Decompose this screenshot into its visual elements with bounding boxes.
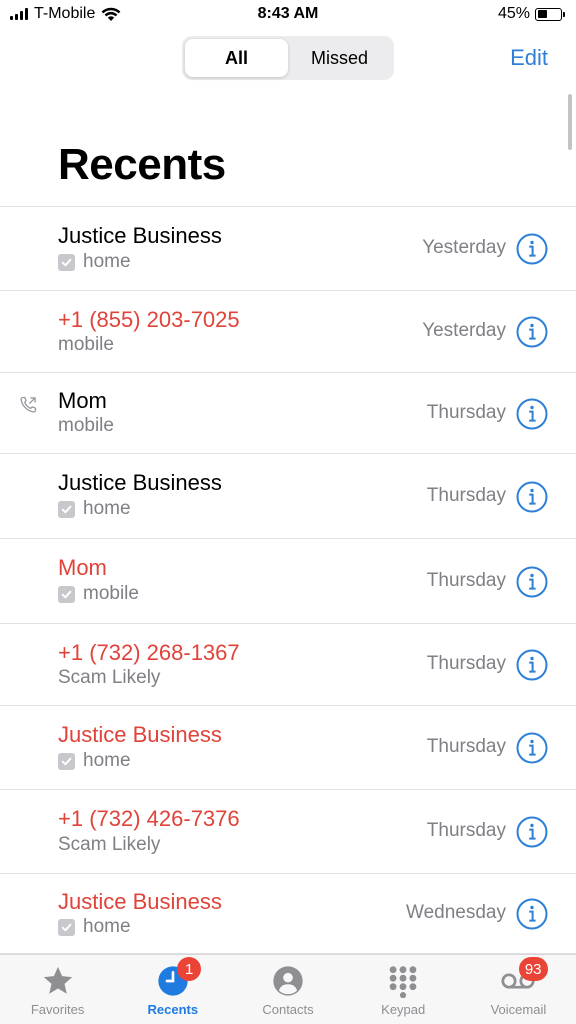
call-type-label: mobile — [58, 334, 114, 355]
info-icon[interactable] — [516, 898, 548, 930]
segment-all[interactable]: All — [185, 39, 288, 77]
call-row[interactable]: Justice Business home Yesterday — [0, 207, 576, 291]
battery-percent: 45% — [497, 5, 530, 22]
call-detail: mobile — [58, 334, 114, 356]
checkbox-icon — [58, 500, 75, 518]
call-row[interactable]: Mom mobile Thursday — [0, 373, 576, 454]
call-row[interactable]: Justice Business home Wednesday — [0, 874, 576, 954]
call-date: Yesterday — [422, 320, 506, 341]
info-icon[interactable] — [516, 481, 548, 513]
caller-name: Justice Business — [58, 722, 222, 747]
tab-voicemail[interactable]: Voicemail 93 — [461, 955, 576, 1024]
info-icon[interactable] — [516, 316, 548, 348]
call-detail: home — [58, 251, 131, 273]
checkbox-icon — [58, 585, 75, 603]
call-row[interactable]: Mom mobile Thursday — [0, 539, 576, 624]
call-type-label: mobile — [58, 415, 114, 436]
checkbox-icon — [58, 918, 75, 936]
info-icon[interactable] — [516, 649, 548, 681]
call-row[interactable]: Justice Business home Thursday — [0, 454, 576, 539]
call-type-label: Scam Likely — [58, 834, 161, 855]
info-icon[interactable] — [516, 233, 548, 265]
tab-label-keypad: Keypad — [381, 1002, 426, 1017]
call-detail: home — [58, 750, 131, 772]
recents-badge: 1 — [177, 957, 202, 981]
info-icon[interactable] — [516, 566, 548, 598]
star-icon — [40, 963, 76, 999]
checkbox-icon — [58, 253, 75, 271]
call-detail: Scam Likely — [58, 667, 160, 689]
caller-name: Justice Business — [58, 223, 222, 248]
filter-segmented-control: All Missed — [182, 36, 394, 80]
call-date: Thursday — [426, 820, 506, 841]
tab-keypad[interactable]: Keypad — [346, 955, 461, 1024]
tab-recents[interactable]: Recents 1 — [115, 955, 230, 1024]
caller-name: +1 (732) 268-1367 — [58, 640, 240, 665]
tab-label-favorites: Favorites — [30, 1002, 85, 1017]
tab-label-voicemail: Voicemail — [490, 1002, 547, 1017]
call-type-label: home — [83, 916, 131, 937]
tab-bar: Favorites Recents 1 Contacts Keypad Voic… — [0, 954, 576, 1024]
tab-label-contacts: Contacts — [262, 1002, 314, 1017]
caller-name: Justice Business — [58, 889, 222, 914]
call-date: Wednesday — [406, 902, 506, 923]
person-icon — [270, 963, 306, 999]
call-row[interactable]: +1 (732) 268-1367 Scam Likely Thursday — [0, 624, 576, 706]
call-detail: home — [58, 916, 131, 938]
call-type-label: home — [83, 750, 131, 771]
status-bar: T-Mobile 8:43 AM 45% — [0, 0, 576, 30]
info-icon[interactable] — [516, 398, 548, 430]
info-icon[interactable] — [516, 732, 548, 764]
recents-list: Justice Business home Yesterday +1 (855) 20… — [0, 206, 576, 954]
battery-fill — [537, 10, 548, 18]
call-date: Thursday — [426, 484, 506, 506]
call-detail: mobile — [58, 583, 139, 605]
call-detail: Scam Likely — [58, 834, 160, 856]
caller-name: Mom — [58, 555, 107, 580]
call-date: Thursday — [426, 736, 506, 757]
info-icon[interactable] — [516, 816, 548, 848]
call-date: Yesterday — [422, 237, 506, 258]
call-type-label: home — [83, 498, 131, 519]
edit-button[interactable]: Edit — [510, 45, 548, 71]
call-date: Thursday — [426, 401, 506, 423]
segment-missed[interactable]: Missed — [288, 39, 391, 77]
outgoing-call-icon — [20, 396, 37, 413]
call-row[interactable]: Justice Business home Thursday — [0, 706, 576, 790]
call-row[interactable]: +1 (732) 426-7376 Scam Likely Thursday — [0, 790, 576, 874]
caller-name: +1 (855) 203-7025 — [58, 307, 240, 332]
call-row[interactable]: +1 (855) 203-7025 mobile Yesterday — [0, 291, 576, 373]
keypad-icon — [385, 963, 421, 999]
call-detail: home — [58, 498, 131, 520]
status-right: 45% — [497, 5, 565, 23]
call-date: Thursday — [426, 653, 506, 674]
call-detail: mobile — [58, 415, 114, 437]
caller-name: Mom — [58, 388, 107, 413]
checkbox-icon — [58, 752, 75, 770]
tab-contacts[interactable]: Contacts — [230, 955, 345, 1024]
caller-name: Justice Business — [58, 470, 222, 495]
call-type-label: mobile — [83, 583, 139, 604]
page-title: Recents — [58, 140, 226, 189]
scroll-indicator[interactable] — [568, 94, 572, 150]
call-type-label: home — [83, 251, 131, 272]
battery-icon — [535, 7, 565, 21]
call-date: Thursday — [426, 569, 506, 591]
call-type-label: Scam Likely — [58, 667, 161, 688]
voicemail-badge: 93 — [518, 957, 548, 981]
tab-favorites[interactable]: Favorites — [0, 955, 115, 1024]
caller-name: +1 (732) 426-7376 — [58, 806, 240, 831]
clock-time: 8:43 AM — [257, 5, 319, 22]
tab-label-recents: Recents — [147, 1002, 199, 1017]
